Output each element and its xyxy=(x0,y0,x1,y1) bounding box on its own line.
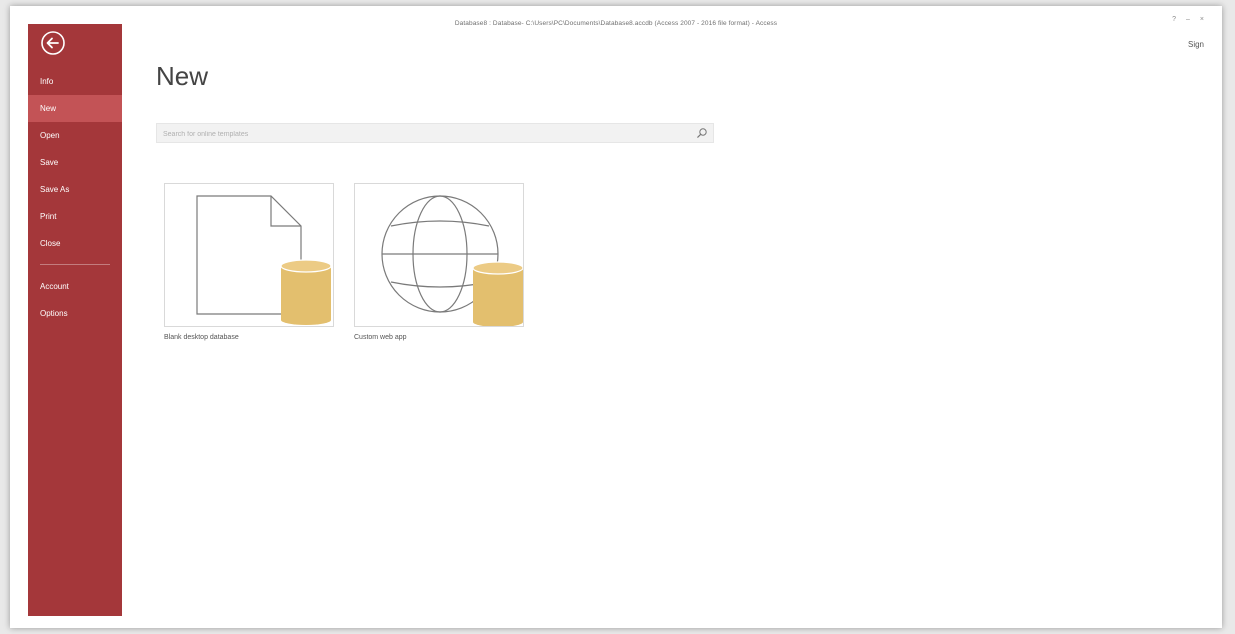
sign-in-link[interactable]: Sign xyxy=(1188,40,1204,49)
menu-item-close[interactable]: Close xyxy=(28,230,122,257)
minimize-button[interactable]: – xyxy=(1186,16,1190,23)
back-button[interactable] xyxy=(38,28,68,58)
template-blank-desktop-database[interactable]: Blank desktop database xyxy=(164,183,334,341)
template-custom-web-app[interactable]: Custom web app xyxy=(354,183,524,341)
access-backstage-window: Database8 : Database- C:\Users\PC\Docume… xyxy=(10,6,1222,628)
menu-item-new[interactable]: New xyxy=(28,95,122,122)
search-icon[interactable] xyxy=(696,127,708,139)
template-thumbnail xyxy=(164,183,334,327)
back-arrow-icon xyxy=(41,31,65,55)
globe-database-icon xyxy=(381,195,523,326)
template-label: Custom web app xyxy=(354,334,407,341)
page-title: New xyxy=(156,61,209,91)
menu-item-save[interactable]: Save xyxy=(28,149,122,176)
menu-item-save-as[interactable]: Save As xyxy=(28,176,122,203)
template-search-box xyxy=(156,123,714,143)
backstage-sidebar: Info New Open Save Save As Print Close A… xyxy=(28,24,122,616)
window-controls: ? – × xyxy=(1172,16,1204,23)
menu-item-info[interactable]: Info xyxy=(28,68,122,95)
menu-item-options[interactable]: Options xyxy=(28,300,122,327)
backstage-menu: Info New Open Save Save As Print Close A… xyxy=(28,68,122,327)
template-label: Blank desktop database xyxy=(164,334,239,341)
template-thumbnail xyxy=(354,183,524,327)
help-button[interactable]: ? xyxy=(1172,16,1176,23)
menu-item-open[interactable]: Open xyxy=(28,122,122,149)
window-title: Database8 : Database- C:\Users\PC\Docume… xyxy=(454,20,778,27)
template-search-input[interactable] xyxy=(161,126,685,142)
menu-item-print[interactable]: Print xyxy=(28,203,122,230)
menu-divider xyxy=(40,264,110,265)
close-button[interactable]: × xyxy=(1200,16,1204,23)
menu-item-account[interactable]: Account xyxy=(28,273,122,300)
blank-document-database-icon xyxy=(196,195,332,325)
